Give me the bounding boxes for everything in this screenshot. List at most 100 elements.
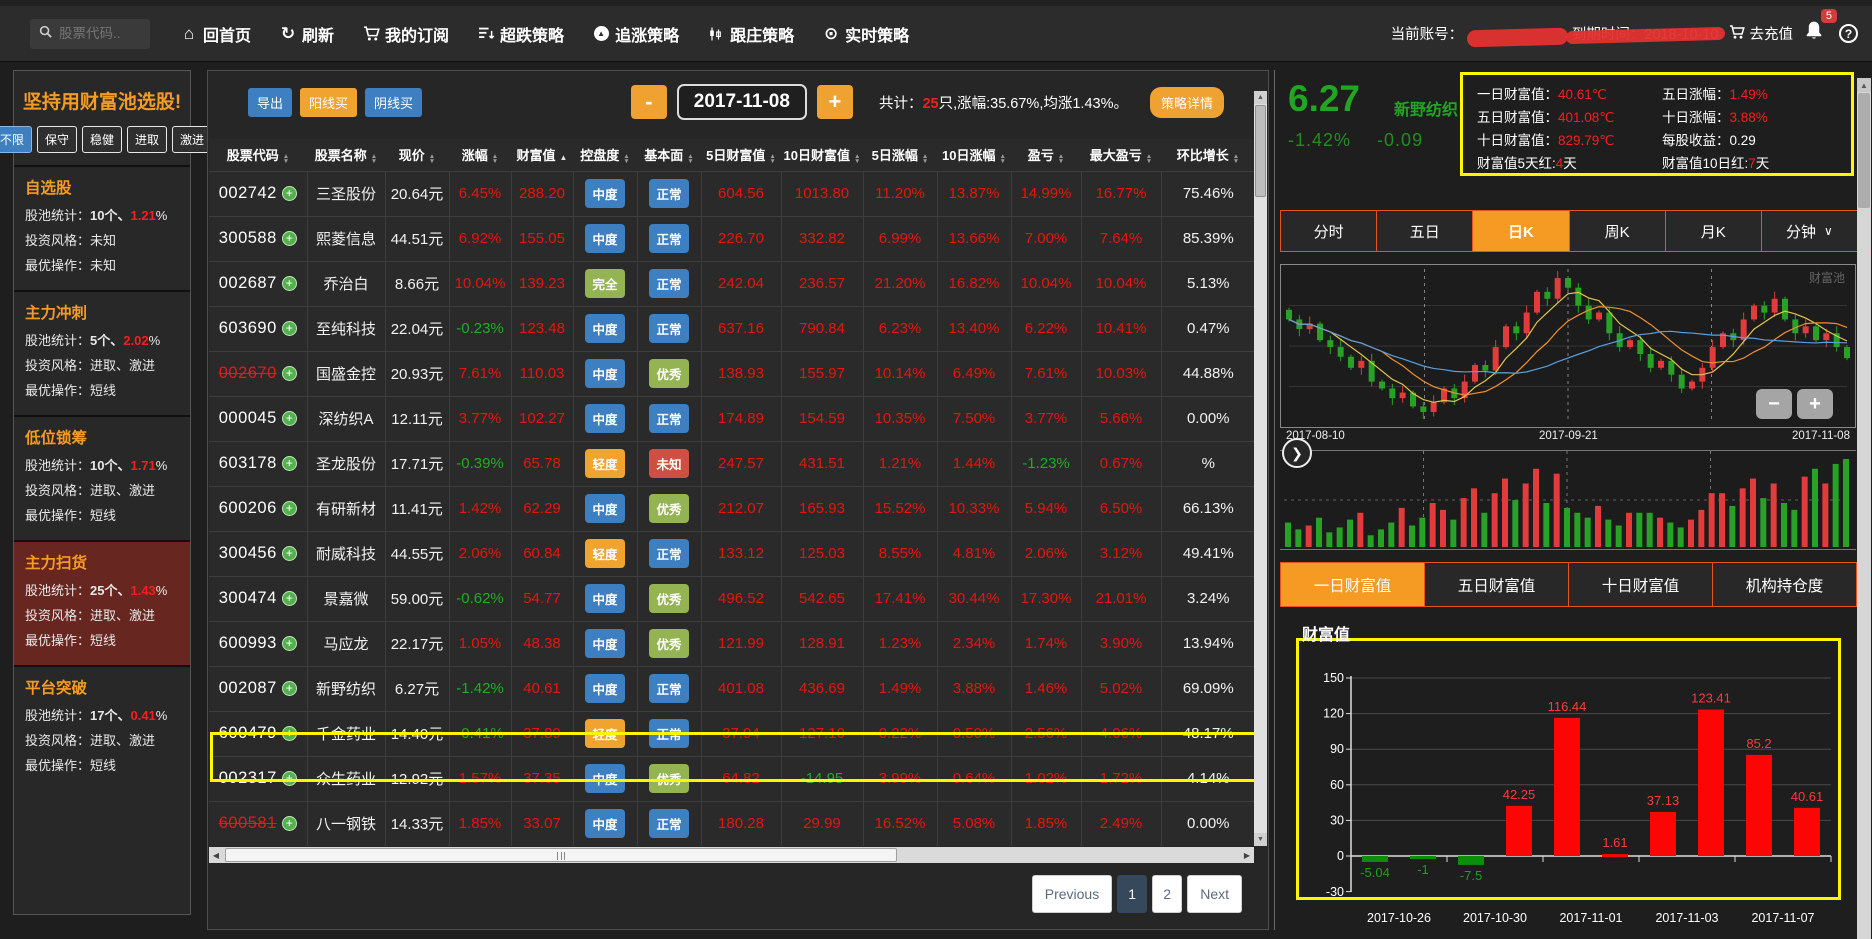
- scroll-up-arrow[interactable]: ▲: [1254, 91, 1267, 104]
- search-input[interactable]: [59, 26, 139, 41]
- add-stock-icon[interactable]: +: [281, 276, 297, 291]
- sidebar-section-主力扫货[interactable]: 主力扫货 股池统计：25个、1.43% 投资风格：进取、激进 最优操作：短线: [14, 540, 190, 665]
- column-header-现价[interactable]: 现价 ▲ ▼: [385, 139, 449, 172]
- add-stock-icon[interactable]: +: [281, 816, 297, 831]
- column-header-10日涨幅[interactable]: 10日涨幅 ▲ ▼: [937, 139, 1011, 172]
- filter-button-稳健[interactable]: 稳健: [82, 126, 123, 153]
- expand-chart-button[interactable]: ❯: [1282, 438, 1312, 468]
- stock-search-box[interactable]: [30, 18, 150, 49]
- table-row-600479[interactable]: 600479 + 千金药业 14.40元 -0.41% 37.89 轻度 正常 37.94 127…: [209, 710, 1255, 757]
- table-row-002687[interactable]: 002687 + 乔治白 8.66元 10.04% 139.23 完全 正常 242.04 236…: [209, 260, 1255, 307]
- table-horizontal-scrollbar[interactable]: ◀ ▶: [209, 847, 1254, 863]
- next-page-button[interactable]: Next: [1187, 875, 1242, 913]
- filter-button-进取[interactable]: 进取: [127, 126, 168, 153]
- sidebar-section-平台突破[interactable]: 平台突破 股池统计：17个、0.41% 投资风格：进取、激进 最优操作：短线: [14, 665, 190, 790]
- ktab-五日[interactable]: 五日: [1377, 210, 1474, 252]
- add-stock-icon[interactable]: +: [281, 726, 297, 741]
- add-stock-icon[interactable]: +: [281, 411, 297, 426]
- column-header-最大盈亏[interactable]: 最大盈亏 ▲ ▼: [1081, 139, 1161, 172]
- table-row-603690[interactable]: 603690 + 至纯科技 22.04元 -0.23% 123.48 中度 正常 637.16 7…: [209, 305, 1255, 352]
- ktab-周K[interactable]: 周K: [1569, 210, 1666, 252]
- nav-item-kline[interactable]: 跟庄策略: [693, 14, 808, 54]
- strategy-detail-button[interactable]: 策略详情: [1149, 86, 1224, 118]
- zoom-in-button[interactable]: +: [1797, 389, 1833, 419]
- page-scrollbar[interactable]: ▲: [1857, 78, 1871, 939]
- scrollbar-thumb[interactable]: [225, 848, 897, 862]
- nav-item-target[interactable]: ⊙ 实时策略: [808, 14, 923, 54]
- table-row-002670[interactable]: 002670 + 国盛金控 20.93元 7.61% 110.03 中度 优秀 138.93 15…: [209, 350, 1255, 397]
- wtab-机构持仓度[interactable]: 机构持仓度: [1713, 562, 1857, 607]
- help-icon[interactable]: ?: [1839, 24, 1858, 43]
- date-minus-button[interactable]: -: [630, 85, 667, 119]
- column-header-股票名称[interactable]: 股票名称 ▲ ▼: [307, 139, 385, 172]
- table-row-002317[interactable]: 002317 + 众生药业 12.92元 1.57% 37.35 中度 优秀 64.82 -14.…: [209, 755, 1255, 802]
- add-stock-icon[interactable]: +: [281, 456, 297, 471]
- scroll-up-arrow[interactable]: ▲: [1857, 78, 1871, 92]
- add-stock-icon[interactable]: +: [281, 186, 297, 201]
- table-row-000045[interactable]: 000045 + 深纺织A 12.11元 3.77% 102.27 中度 正常 174.89 15…: [209, 395, 1255, 442]
- nav-item-up-circle[interactable]: ▲ 追涨策略: [578, 14, 693, 54]
- filter-button-保守[interactable]: 保守: [36, 126, 77, 153]
- table-row-300588[interactable]: 300588 + 熙菱信息 44.51元 6.92% 155.05 中度 正常 226.70 33…: [209, 215, 1255, 262]
- table-row-002742[interactable]: 002742 + 三圣股份 20.64元 6.45% 288.20 中度 正常 604.56 10…: [209, 170, 1255, 217]
- column-header-涨幅[interactable]: 涨幅 ▲ ▼: [449, 139, 511, 172]
- ktab-月K[interactable]: 月K: [1665, 210, 1762, 252]
- table-row-002087[interactable]: 002087 + 新野纺织 6.27元 -1.42% 40.61 中度 正常 401.08 436…: [209, 665, 1255, 712]
- column-header-基本面[interactable]: 基本面 ▲ ▼: [637, 139, 701, 172]
- page-button-2[interactable]: 2: [1152, 875, 1183, 913]
- yang-buy-button[interactable]: 阳线买: [300, 87, 358, 117]
- table-row-603178[interactable]: 603178 + 圣龙股份 17.71元 -0.39% 65.78 轻度 未知 247.57 43…: [209, 440, 1255, 487]
- add-stock-icon[interactable]: +: [281, 366, 297, 381]
- sidebar-section-主力冲刺[interactable]: 主力冲刺 股池统计：5个、2.02% 投资风格：进取、激进 最优操作：短线: [14, 290, 190, 415]
- column-header-股票代码[interactable]: 股票代码 ▲ ▼: [209, 139, 307, 172]
- recharge-button[interactable]: 去充值: [1729, 23, 1793, 44]
- volume-chart[interactable]: [1280, 450, 1856, 550]
- notification-bell[interactable]: 5: [1803, 8, 1837, 49]
- table-row-600993[interactable]: 600993 + 马应龙 22.17元 1.05% 48.38 中度 优秀 121.99 128.…: [209, 620, 1255, 667]
- table-row-300456[interactable]: 300456 + 耐威科技 44.55元 2.06% 60.84 轻度 正常 133.12 125…: [209, 530, 1255, 577]
- nav-item-sort[interactable]: 超跌策略: [463, 14, 578, 54]
- date-value[interactable]: 2017-11-08: [676, 84, 807, 120]
- sidebar-section-低位锁筹[interactable]: 低位锁筹 股池统计：10个、1.71% 投资风格：进取、激进 最优操作：短线: [14, 415, 190, 540]
- column-header-5日财富值[interactable]: 5日财富值 ▲ ▼: [701, 139, 781, 172]
- previous-page-button[interactable]: Previous: [1031, 875, 1113, 913]
- column-header-10日财富值[interactable]: 10日财富值 ▲ ▼: [781, 139, 863, 172]
- nav-item-refresh[interactable]: ↻ 刷新: [265, 14, 348, 54]
- zoom-out-button[interactable]: −: [1756, 389, 1792, 419]
- ktab-分时[interactable]: 分时: [1280, 210, 1378, 252]
- date-plus-button[interactable]: +: [816, 85, 853, 119]
- table-row-300474[interactable]: 300474 + 景嘉微 59.00元 -0.62% 54.77 中度 优秀 496.52 542…: [209, 575, 1255, 622]
- scrollbar-thumb[interactable]: [1255, 105, 1266, 197]
- table-row-600206[interactable]: 600206 + 有研新材 11.41元 1.42% 62.29 中度 优秀 212.07 165…: [209, 485, 1255, 532]
- ktab-日K[interactable]: 日K: [1473, 210, 1570, 252]
- nav-item-cart[interactable]: 我的订阅: [348, 14, 463, 54]
- wtab-十日财富值[interactable]: 十日财富值: [1569, 562, 1713, 607]
- wtab-一日财富值[interactable]: 一日财富值: [1280, 562, 1425, 607]
- add-stock-icon[interactable]: +: [281, 636, 297, 651]
- add-stock-icon[interactable]: +: [281, 501, 297, 516]
- scroll-down-arrow[interactable]: ▼: [1254, 833, 1267, 846]
- nav-item-home[interactable]: ⌂ 回首页: [166, 14, 265, 54]
- table-vertical-scrollbar[interactable]: ▲ ▼: [1254, 91, 1267, 846]
- ktab-分钟[interactable]: 分钟 ∨: [1761, 210, 1859, 252]
- table-row-600581[interactable]: 600581 + 八一钢铁 14.33元 1.85% 33.07 中度 正常 180.28 29.…: [209, 800, 1255, 846]
- sidebar-section-自选股[interactable]: 自选股 股池统计：10个、1.21% 投资风格：未知 最优操作：未知: [14, 165, 190, 290]
- scrollbar-thumb[interactable]: [1858, 93, 1870, 208]
- add-stock-icon[interactable]: +: [281, 771, 297, 786]
- column-header-盈亏[interactable]: 盈亏 ▲ ▼: [1011, 139, 1081, 172]
- column-header-环比增长[interactable]: 环比增长 ▲ ▼: [1161, 139, 1255, 172]
- add-stock-icon[interactable]: +: [281, 321, 297, 336]
- scroll-left-arrow[interactable]: ◀: [209, 847, 223, 863]
- yin-buy-button[interactable]: 阴线买: [365, 87, 423, 117]
- add-stock-icon[interactable]: +: [281, 231, 297, 246]
- page-button-1[interactable]: 1: [1117, 875, 1148, 913]
- scroll-right-arrow[interactable]: ▶: [1240, 847, 1254, 863]
- export-button[interactable]: 导出: [248, 87, 293, 117]
- kline-chart[interactable]: 财富池 − +: [1280, 264, 1856, 428]
- wtab-五日财富值[interactable]: 五日财富值: [1425, 562, 1569, 607]
- add-stock-icon[interactable]: +: [281, 546, 297, 561]
- filter-button-不限[interactable]: 不限: [0, 126, 32, 153]
- column-header-财富值[interactable]: 财富值 ▲: [511, 139, 573, 172]
- add-stock-icon[interactable]: +: [281, 681, 297, 696]
- column-header-5日涨幅[interactable]: 5日涨幅 ▲ ▼: [863, 139, 937, 172]
